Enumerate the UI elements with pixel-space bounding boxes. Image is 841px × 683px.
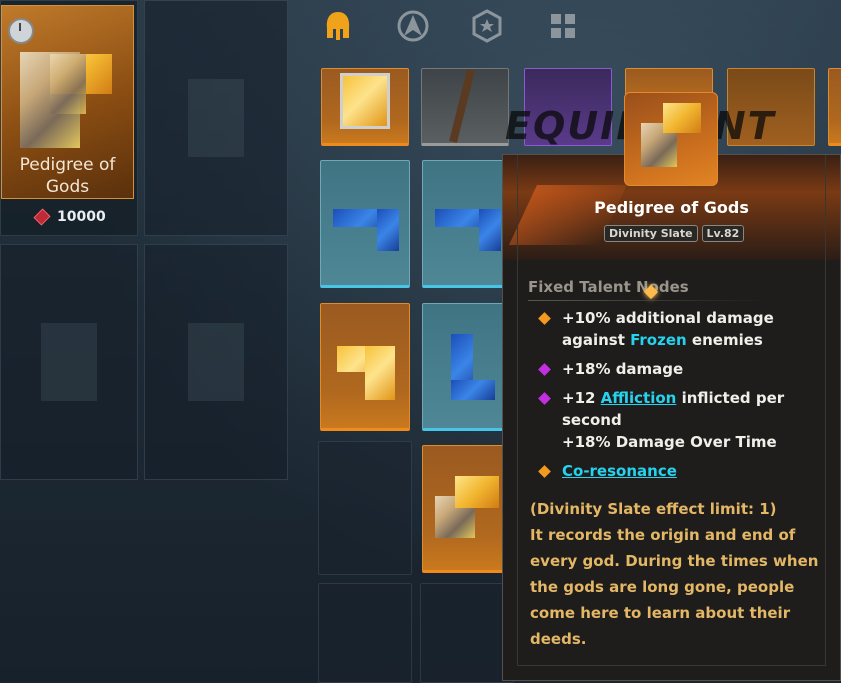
text: +12	[562, 389, 601, 407]
item-card-edge[interactable]	[828, 68, 841, 146]
axe-art	[449, 69, 475, 143]
section-title: Fixed Talent Nodes	[528, 278, 689, 296]
slot-placeholder	[41, 323, 97, 401]
slate-shape	[365, 346, 395, 400]
item-level-tag: Lv.82	[701, 225, 745, 242]
item-art-portrait-face	[50, 54, 86, 114]
inventory-slot-empty[interactable]	[0, 244, 138, 480]
compass-a-icon[interactable]	[395, 8, 431, 44]
grid-icon[interactable]	[545, 8, 581, 44]
keyword-frozen: Frozen	[630, 331, 687, 349]
item-card-pedigree-of-gods[interactable]	[422, 445, 512, 573]
slate-shape	[479, 209, 501, 251]
item-slot-empty[interactable]	[318, 583, 412, 683]
star-shield-icon[interactable]	[469, 8, 505, 44]
talent-node: +12 Affliction inflicted per second +18%…	[562, 387, 784, 453]
text: inflicted per	[676, 389, 785, 407]
item-card-slate-frame[interactable]	[321, 68, 409, 146]
featured-item-name: Pedigree of Gods	[19, 155, 116, 197]
price: 10000	[33, 208, 106, 226]
item-art-gold	[455, 476, 499, 508]
talent-node-line: +18% Damage Over Time	[562, 433, 777, 451]
item-card-blue-slate[interactable]	[320, 160, 410, 288]
tooltip-title: Pedigree of Gods	[594, 198, 749, 217]
section-divider	[528, 300, 768, 301]
keyword-co-resonance-link[interactable]: Co-resonance	[562, 462, 677, 480]
item-art-gold	[663, 103, 701, 133]
item-slot-empty[interactable]	[318, 441, 412, 575]
slate-shape	[377, 209, 399, 251]
item-slot-empty[interactable]	[420, 583, 514, 683]
featured-item-card[interactable]: Pedigree of Gods	[1, 5, 134, 199]
slot-placeholder	[188, 323, 244, 401]
lock-icon	[8, 18, 34, 44]
featured-slot[interactable]: Pedigree of Gods 10000	[0, 0, 138, 236]
item-card-blue-slate[interactable]	[422, 160, 512, 288]
text: enemies	[686, 331, 763, 349]
slate-shape	[451, 380, 495, 400]
tooltip-item-icon	[624, 92, 718, 186]
item-art	[340, 73, 390, 129]
item-card-gold-slate[interactable]	[320, 303, 410, 431]
slot-placeholder	[188, 79, 244, 157]
text: against	[562, 331, 631, 349]
helmet-icon[interactable]	[320, 8, 356, 44]
price-value: 10000	[57, 209, 106, 225]
inventory-slot-empty[interactable]	[144, 0, 288, 236]
keyword-affliction-link[interactable]: Affliction	[601, 389, 677, 407]
talent-node-line: +10% additional damage	[562, 309, 774, 327]
talent-node-line: +12 Affliction inflicted per	[562, 387, 784, 409]
talent-node: +10% additional damage against Frozen en…	[562, 307, 774, 351]
inventory-slot-empty[interactable]	[144, 244, 288, 480]
item-type-tag: Divinity Slate	[604, 225, 698, 242]
red-gem-icon	[33, 208, 51, 226]
talent-node-line: second	[562, 411, 622, 429]
tooltip-tags: Divinity Slate Lv.82	[604, 225, 745, 242]
talent-node-line: against Frozen enemies	[562, 329, 774, 351]
talent-node: Co-resonance	[562, 460, 677, 482]
talent-node: +18% damage	[562, 360, 684, 378]
item-card-blue-l-slate[interactable]	[422, 303, 512, 431]
item-description: (Divinity Slate effect limit: 1) It reco…	[530, 500, 819, 648]
item-card-axe[interactable]	[421, 68, 509, 146]
